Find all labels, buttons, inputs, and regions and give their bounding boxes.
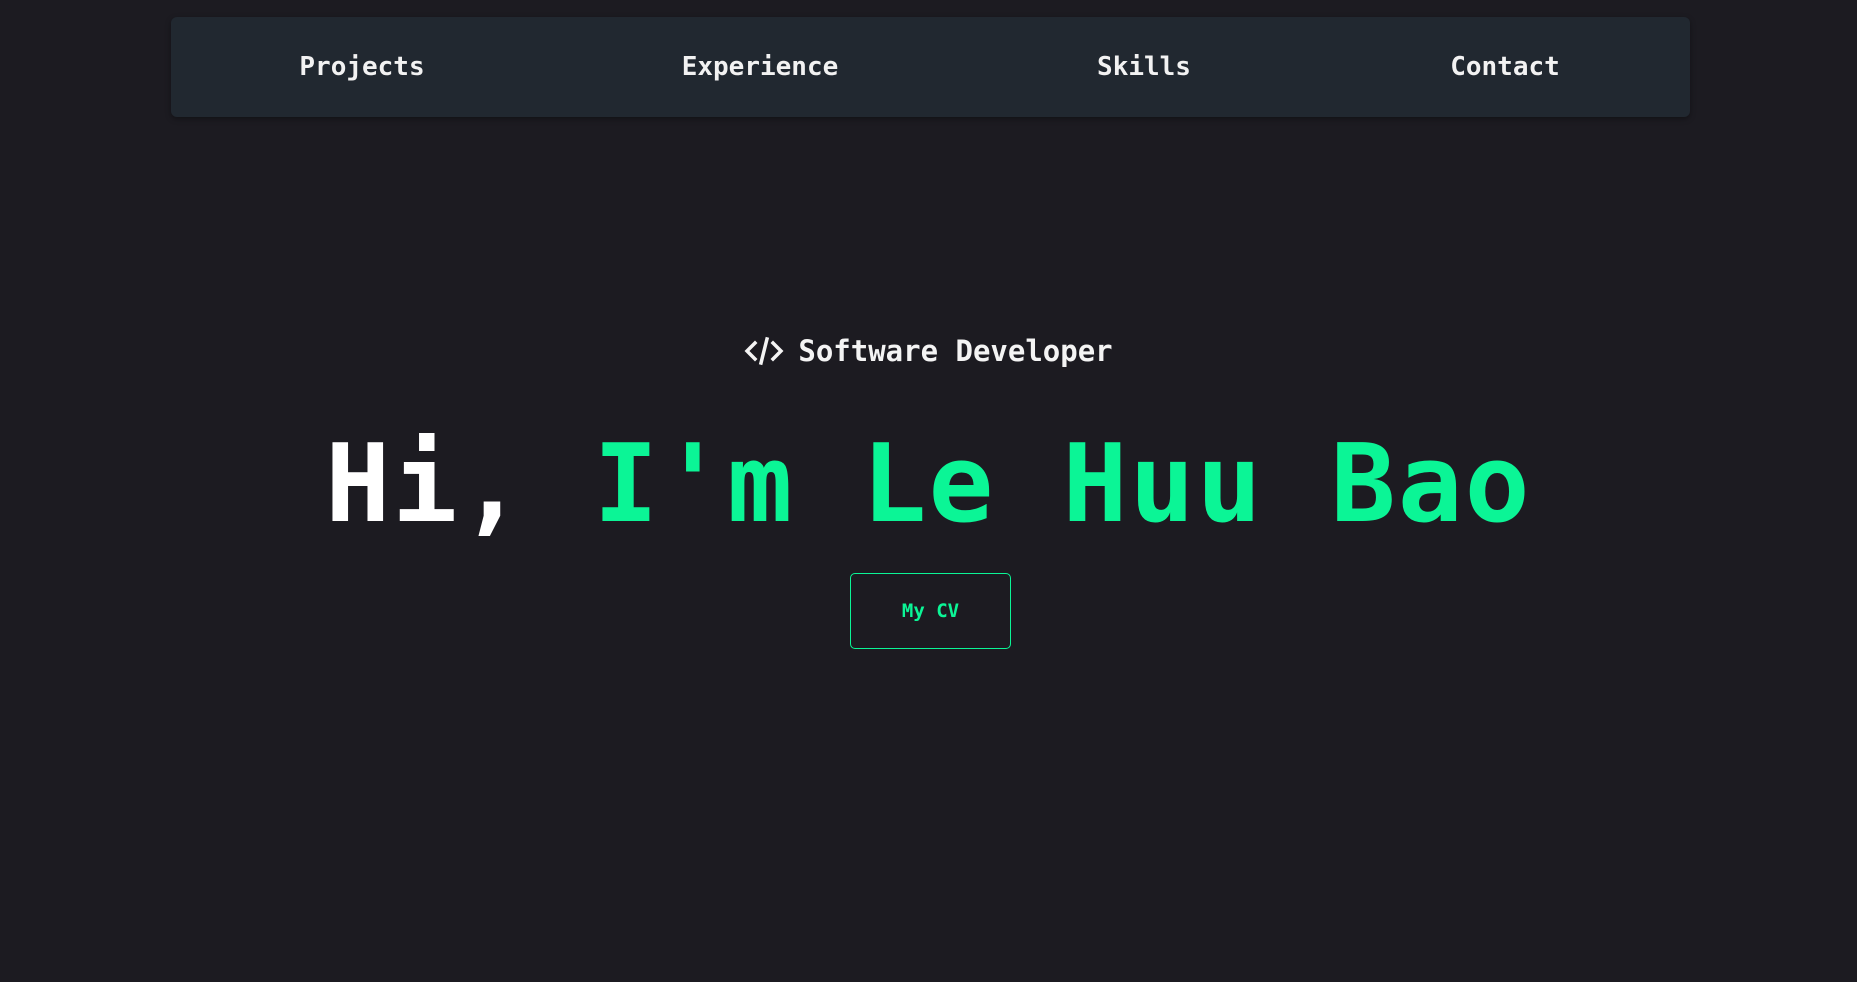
hero-title: Hi, I'm Le Huu Bao <box>0 420 1857 550</box>
nav-item-projects[interactable]: Projects <box>299 17 424 117</box>
nav-item-experience[interactable]: Experience <box>682 17 839 117</box>
hero-greeting: Hi, <box>325 422 527 547</box>
page: Projects Experience Skills Contact Softw… <box>0 0 1857 982</box>
hero-role: Software Developer <box>0 330 1857 372</box>
top-navbar: Projects Experience Skills Contact <box>171 17 1690 117</box>
cv-button[interactable]: My CV <box>850 573 1011 649</box>
role-text: Software Developer <box>798 334 1113 368</box>
hero-name: I'm Le Huu Bao <box>593 422 1532 547</box>
nav-item-contact[interactable]: Contact <box>1450 17 1560 117</box>
nav-item-skills[interactable]: Skills <box>1097 17 1191 117</box>
code-icon <box>744 336 784 366</box>
